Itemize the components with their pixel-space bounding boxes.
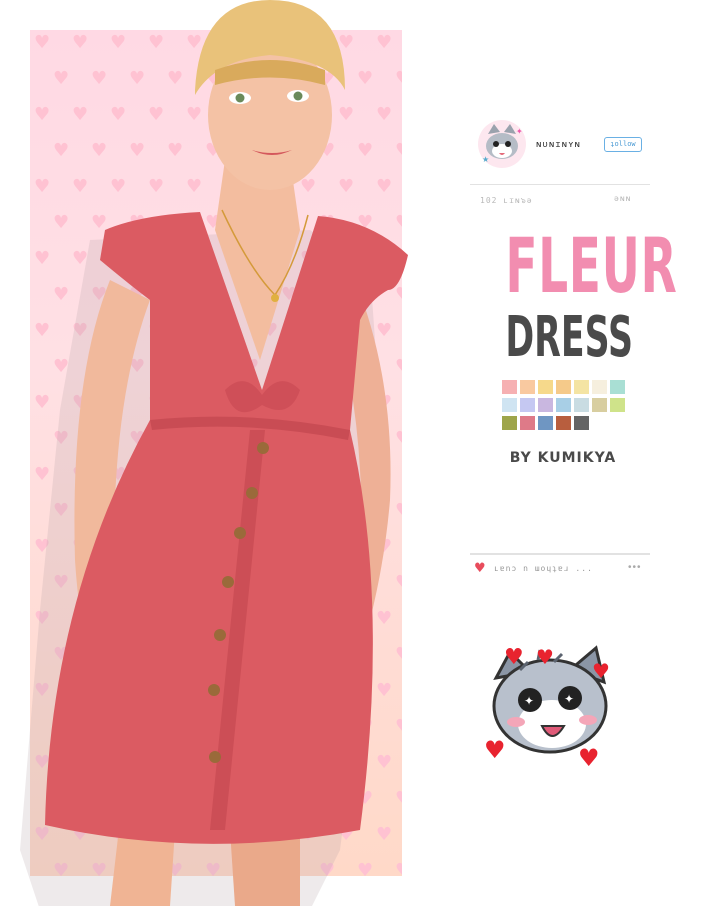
color-swatch xyxy=(520,416,535,430)
cat-sticker-icon: ✦ ✦ ♥ ♥ ♥ ♥ ♥ xyxy=(484,642,624,772)
color-swatch xyxy=(610,380,625,394)
title-dress: DRESS xyxy=(505,305,634,370)
color-swatch xyxy=(592,398,607,412)
svg-text:♥: ♥ xyxy=(484,736,506,764)
color-swatch xyxy=(538,416,553,430)
svg-text:★: ★ xyxy=(482,155,489,164)
more-icon[interactable]: ••• xyxy=(628,562,642,573)
like-text: ʟɐnɔ n ɯoɥʇɐɹ ... xyxy=(494,564,593,573)
color-swatch xyxy=(502,398,517,412)
svg-text:♥: ♥ xyxy=(592,659,610,683)
profile-username: ɴᴜɴɪɴʏɴ xyxy=(536,140,581,150)
byline: BY KUMIKYA xyxy=(509,450,617,466)
sim-figure-image xyxy=(0,0,430,910)
follow-button[interactable]: ʇollow xyxy=(604,137,642,152)
cat-avatar-icon[interactable]: ★ ✦ xyxy=(478,120,526,168)
color-swatch xyxy=(538,380,553,394)
svg-text:✦: ✦ xyxy=(516,127,523,136)
color-swatch xyxy=(502,416,517,430)
color-swatch xyxy=(592,380,607,394)
svg-text:✦: ✦ xyxy=(564,692,574,706)
profile-stat-left: 102 ʟɪɴ๖ǝ xyxy=(480,196,533,205)
color-swatch xyxy=(574,398,589,412)
svg-text:♥: ♥ xyxy=(578,744,600,772)
color-swatch xyxy=(502,380,517,394)
color-swatch xyxy=(538,398,553,412)
color-swatch xyxy=(574,416,589,430)
color-swatch xyxy=(520,380,535,394)
like-row: ♥ ʟɐnɔ n ɯoɥʇɐɹ ... ••• xyxy=(474,561,650,577)
divider xyxy=(470,553,650,555)
color-swatch xyxy=(556,416,571,430)
color-swatch xyxy=(556,380,571,394)
svg-text:✦: ✦ xyxy=(524,694,534,708)
heart-icon[interactable]: ♥ xyxy=(474,561,486,576)
color-swatch xyxy=(520,398,535,412)
svg-text:♥: ♥ xyxy=(536,645,554,669)
profile-stat-right: ǝɴɴ xyxy=(614,194,632,203)
title-fleur: FLEUR xyxy=(505,221,678,310)
color-swatch xyxy=(574,380,589,394)
color-swatch xyxy=(610,398,625,412)
color-swatch xyxy=(556,398,571,412)
divider xyxy=(470,184,650,185)
svg-text:♥: ♥ xyxy=(504,645,524,670)
